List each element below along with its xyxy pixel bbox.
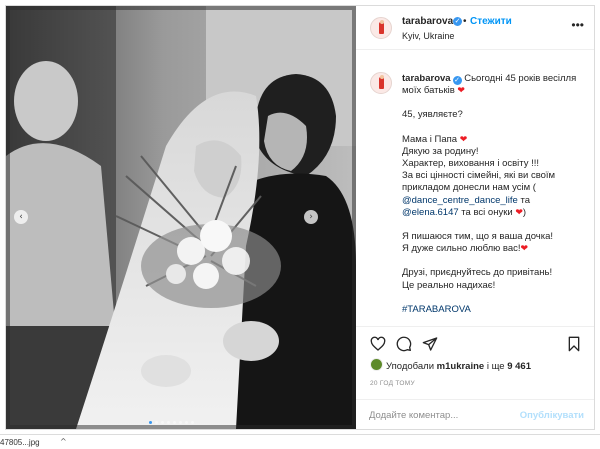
mention-link[interactable]: @dance_centre_dance_life <box>402 195 518 206</box>
caption-text-fragment: та <box>517 194 530 206</box>
post-card: ‹ › tarabarova ✓ • Стежити Kyiv, Ukraine… <box>5 5 595 430</box>
red-heart-icon: ❤ <box>520 244 529 255</box>
caption-text: tarabarova ✓ Сьогодні 45 років весілля мо… <box>402 73 580 326</box>
carousel-prev-button[interactable]: ‹ <box>14 210 28 224</box>
caption-line: Це реально надихає! <box>402 279 496 291</box>
carousel-dot <box>155 421 158 424</box>
caption-username-link[interactable]: tarabarova <box>402 73 451 84</box>
carousel-dot <box>149 421 152 424</box>
comment-input[interactable] <box>369 407 509 423</box>
caption-line: Мама і Папа <box>402 133 458 145</box>
likes-prefix: Уподобали <box>386 361 435 372</box>
heart-icon[interactable] <box>370 336 386 352</box>
red-heart-icon: ❤ <box>457 86 465 97</box>
likes-count-link[interactable]: 9 461 <box>507 361 531 372</box>
share-icon[interactable] <box>422 336 438 352</box>
post-actions <box>356 326 594 356</box>
chevron-right-icon: › <box>309 212 313 222</box>
carousel-dot <box>191 421 194 424</box>
red-heart-icon: ❤ <box>515 207 523 218</box>
hashtag-link[interactable]: #TARABAROVA <box>402 304 580 316</box>
avatar[interactable] <box>370 17 392 39</box>
location-link[interactable]: Kyiv, Ukraine <box>402 31 454 41</box>
carousel-dots <box>149 421 194 424</box>
publish-button[interactable]: Опублікувати <box>520 410 584 421</box>
caption-text-fragment: ) <box>522 206 527 218</box>
caption-paragraph: 45, уявляєте? <box>402 109 463 121</box>
liker-avatar[interactable] <box>370 358 383 371</box>
post-photo[interactable]: ‹ › <box>6 6 356 429</box>
carousel-dot <box>185 421 188 424</box>
download-shelf: 47805...jpg ^ <box>0 434 600 449</box>
caption-line: Я дуже сильно люблю вас! <box>402 243 521 255</box>
post-sidebar: tarabarova ✓ • Стежити Kyiv, Ukraine •••… <box>356 6 594 429</box>
post-header: tarabarova ✓ • Стежити Kyiv, Ukraine ••• <box>356 6 594 50</box>
caption-text-fragment: та всі онуки <box>458 206 513 218</box>
liker-username-link[interactable]: m1ukraine <box>437 361 485 372</box>
comment-icon[interactable] <box>396 336 412 352</box>
follow-button[interactable]: Стежити <box>470 16 512 27</box>
likes-mid: і ще <box>484 361 508 372</box>
verified-badge-icon: ✓ <box>453 17 462 26</box>
bookmark-icon[interactable] <box>566 336 582 352</box>
caption-line: Характер, виховання і освіту !!! <box>402 158 540 170</box>
post-timestamp[interactable]: 20 ГОД ТОМУ <box>370 380 415 387</box>
likes-summary: Уподобали m1ukraine і ще 9 461 <box>370 358 531 372</box>
carousel-dot <box>167 421 170 424</box>
username-link[interactable]: tarabarova <box>402 16 453 27</box>
comment-bar: Опублікувати <box>356 399 594 429</box>
chevron-up-icon[interactable]: ^ <box>60 437 67 446</box>
carousel-dot <box>173 421 176 424</box>
caption-line: Дякую за родину! <box>402 145 479 157</box>
avatar-head <box>379 75 384 79</box>
caption-scroll-area[interactable]: tarabarova ✓ Сьогодні 45 років весілля мо… <box>356 50 594 326</box>
caption-line: За всі цінності сімейні, які ви своїм пр… <box>402 170 556 194</box>
mention-link[interactable]: @elena.6147 <box>402 207 459 218</box>
more-horizontal-icon[interactable]: ••• <box>571 18 584 32</box>
red-heart-icon: ❤ <box>459 134 468 145</box>
download-file-name[interactable]: 47805...jpg <box>0 438 40 447</box>
caption-line: Я пишаюся тим, що я ваша дочка! <box>402 231 554 243</box>
caption-line: Друзі, приєднуйтесь до привітань! <box>402 267 553 279</box>
caption-avatar[interactable] <box>370 72 392 94</box>
carousel-dot <box>161 421 164 424</box>
verified-badge-icon: ✓ <box>452 76 462 85</box>
separator-dot: • <box>463 16 467 27</box>
chevron-left-icon: ‹ <box>19 212 23 222</box>
carousel-dot <box>179 421 182 424</box>
avatar-head <box>379 20 384 24</box>
carousel-next-button[interactable]: › <box>304 210 318 224</box>
